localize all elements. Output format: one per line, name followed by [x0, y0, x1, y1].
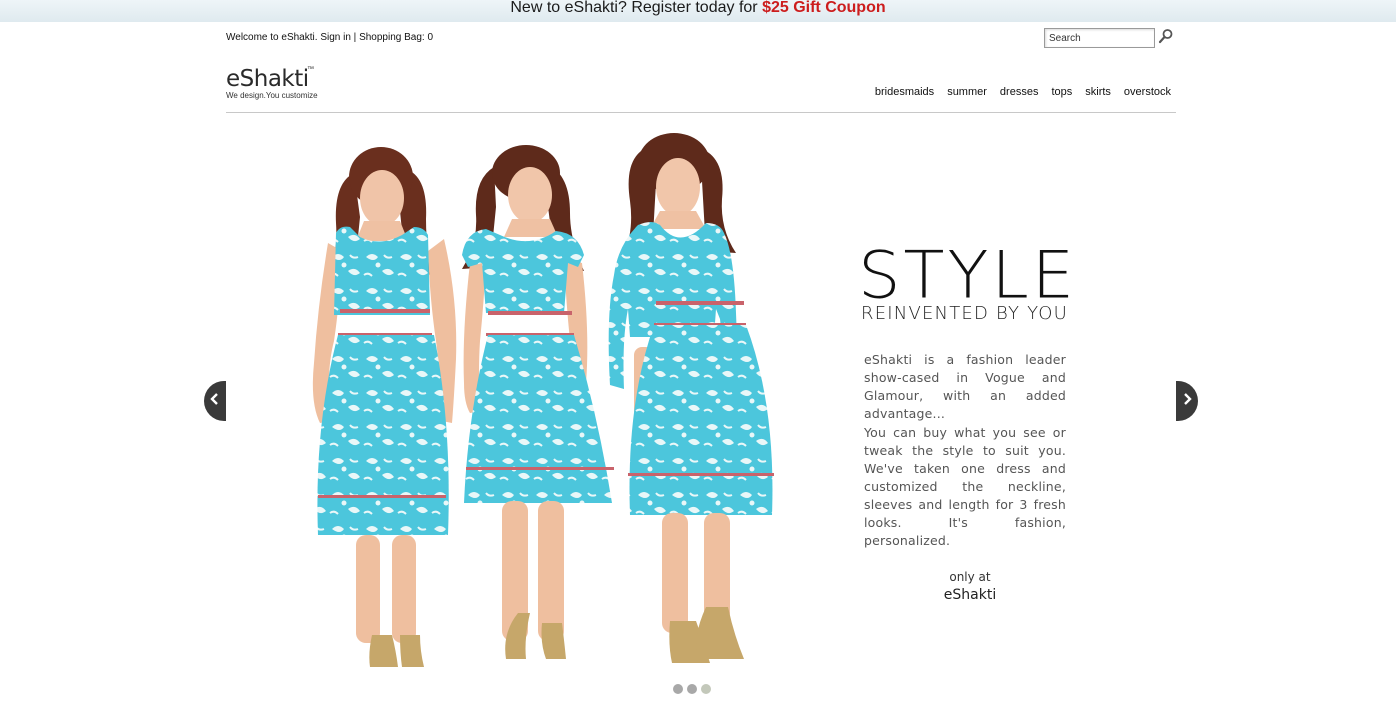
search-box [1044, 28, 1178, 48]
hero-paragraph-1: eShakti is a fashion leader show-cased i… [864, 352, 1066, 421]
model-two [462, 145, 614, 659]
pager-dot-1[interactable] [673, 684, 683, 694]
carousel-pager [673, 684, 711, 694]
chevron-left-icon [210, 392, 220, 410]
nav-item-overstock[interactable]: overstock [1124, 86, 1171, 98]
nav-item-summer[interactable]: summer [947, 86, 987, 98]
carousel-next-button[interactable] [1176, 381, 1198, 421]
hero-paragraph-2: You can buy what you see or tweak the st… [864, 425, 1066, 548]
promo-text: New to eShakti? Register today for [510, 0, 763, 16]
promo-coupon[interactable]: $25 Gift Coupon [762, 0, 886, 16]
logo[interactable]: eShakti ™ We design.You customize [226, 66, 336, 102]
shopping-bag-link[interactable]: Shopping Bag: 0 [359, 32, 433, 43]
hero-subhead: REINVENTED BY YOU [861, 303, 1069, 324]
sign-in-link[interactable]: Sign in [320, 32, 351, 43]
logo-trademark: ™ [307, 66, 314, 73]
search-icon[interactable] [1158, 28, 1174, 46]
model-three [608, 133, 774, 663]
logo-tagline: We design.You customize [226, 91, 318, 100]
main-nav: bridesmaids summer dresses tops skirts o… [862, 86, 1171, 98]
pager-dot-3[interactable] [701, 684, 711, 694]
search-input[interactable] [1044, 28, 1155, 48]
nav-item-dresses[interactable]: dresses [1000, 86, 1039, 98]
only-at-brand: eShakti [943, 587, 997, 603]
utility-bar: Welcome to eShakti. Sign in | Shopping B… [226, 32, 433, 43]
logo-wordmark: eShakti [226, 66, 309, 92]
promo-banner[interactable]: New to eShakti? Register today for $25 G… [0, 0, 1396, 22]
utility-separator: | [353, 32, 357, 43]
welcome-text: Welcome to eShakti. [226, 32, 318, 43]
nav-item-skirts[interactable]: skirts [1085, 86, 1111, 98]
model-one [312, 147, 457, 667]
only-at-label: only at [949, 570, 991, 584]
carousel-prev-button[interactable] [204, 381, 226, 421]
pager-dot-2[interactable] [687, 684, 697, 694]
chevron-right-icon [1182, 392, 1192, 410]
hero-headline: STYLE [858, 237, 1078, 313]
nav-item-bridesmaids[interactable]: bridesmaids [875, 86, 934, 98]
nav-item-tops[interactable]: tops [1051, 86, 1072, 98]
